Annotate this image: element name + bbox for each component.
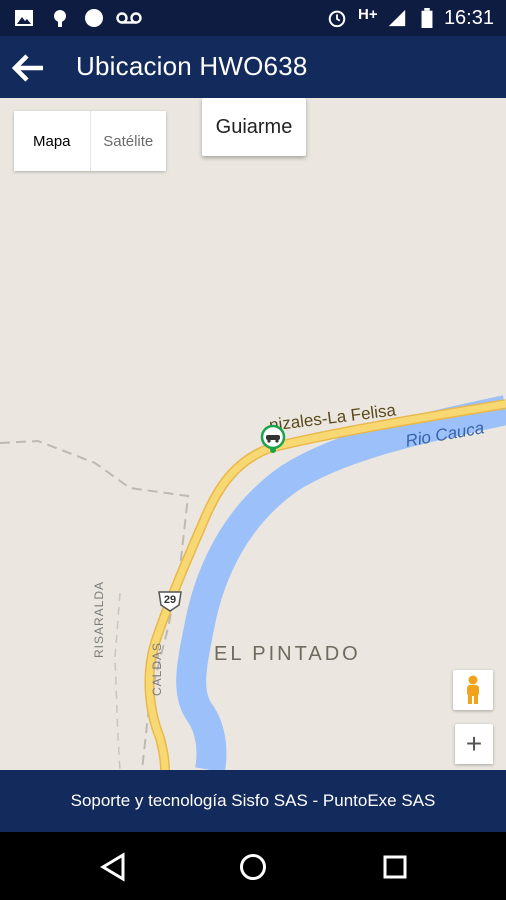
back-triangle-icon (100, 852, 125, 882)
voicemail-icon (116, 12, 142, 24)
battery-icon (421, 8, 433, 28)
back-button[interactable] (8, 48, 48, 88)
android-icon (54, 10, 66, 27)
status-bar: H+ 16:31 (0, 0, 506, 36)
signal-icon (388, 9, 406, 27)
app-bar: Ubicacion HWO638 (0, 36, 506, 98)
page-title: Ubicacion HWO638 (76, 51, 308, 81)
region-label-right: CALDAS (150, 641, 164, 696)
route-number: 29 (163, 594, 177, 606)
nav-recents-button[interactable] (378, 850, 412, 884)
map-type-option-satellite[interactable]: Satélite (91, 111, 167, 171)
footer: Soporte y tecnología Sisfo SAS - PuntoEx… (0, 770, 506, 832)
vehicle-location-icon[interactable] (258, 424, 288, 454)
street-view-button[interactable] (453, 670, 493, 710)
recents-square-icon (383, 855, 407, 879)
street-view-pegman-icon (467, 675, 479, 704)
image-icon (15, 10, 33, 26)
guide-me-button[interactable]: Guiarme (202, 98, 306, 156)
region-label-left: RISARALDA (92, 580, 106, 658)
map-view[interactable]: 29 nizales-La Felisa Rio Cauca EL PINTAD… (0, 98, 506, 770)
alarm-icon (328, 10, 346, 28)
zoom-in-button[interactable]: + (455, 724, 493, 764)
nav-home-button[interactable] (236, 850, 270, 884)
footer-credit: Soporte y tecnología Sisfo SAS - PuntoEx… (70, 791, 436, 810)
nav-back-button[interactable] (96, 850, 130, 884)
place-label: EL PINTADO (214, 643, 361, 665)
status-time: 16:31 (443, 7, 494, 29)
arrow-back-icon (11, 54, 43, 82)
system-nav-bar (0, 832, 506, 900)
dots-icon (85, 9, 103, 27)
map-type-option-map[interactable]: Mapa (14, 111, 91, 171)
network-type-label: H+ (358, 6, 378, 23)
map-type-selector: Mapa Satélite (14, 111, 166, 171)
home-circle-icon (240, 854, 266, 880)
